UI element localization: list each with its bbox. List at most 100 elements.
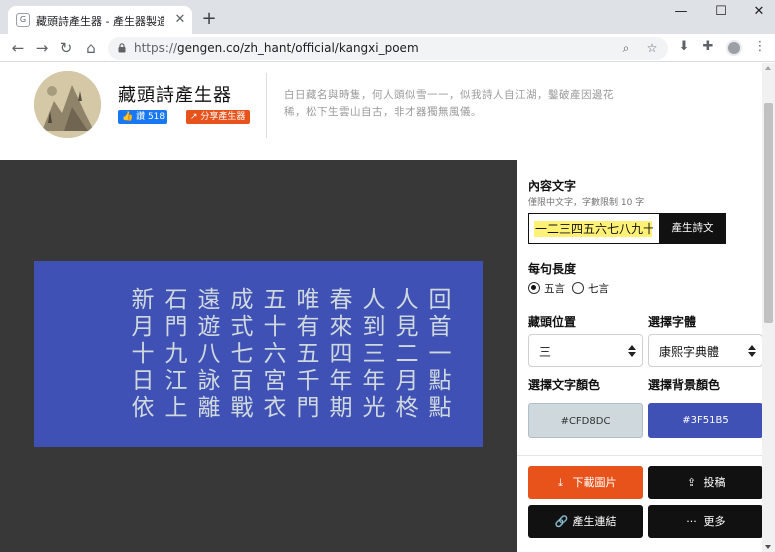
share-label: 分享產生器 [200, 112, 246, 122]
text-color-picker[interactable]: #CFD8DC [528, 403, 643, 438]
poem-char: 戰 [230, 395, 254, 421]
poem-column: 遠遊八詠離 [196, 287, 222, 422]
site-header: 藏頭詩產生器 👍 讚 518 ↗ 分享產生器 白日藏名與時隻，何人頭似雪一一，似… [0, 63, 762, 159]
poem-char: 門 [164, 314, 188, 340]
download-indicator-icon[interactable]: ⬇ [676, 39, 692, 55]
poem-char: 首 [428, 314, 452, 340]
url-scheme: https:// [134, 41, 178, 55]
poem-char: 月 [131, 314, 155, 340]
like-count: 讚 518 [136, 112, 166, 122]
poem-char: 人 [395, 287, 419, 313]
more-button[interactable]: ··· 更多 [648, 505, 762, 538]
poem-char: 八 [197, 341, 221, 367]
facebook-like-button[interactable]: 👍 讚 518 [118, 110, 167, 124]
scroll-thumb[interactable] [764, 103, 773, 323]
window-close-icon[interactable]: ✕ [744, 4, 774, 22]
poem-char: 百 [230, 368, 254, 394]
browser-tab[interactable]: G 藏頭詩產生器 - 產生器製造機⚡ ✕ [8, 6, 192, 34]
page-viewport: 藏頭詩產生器 👍 讚 518 ↗ 分享產生器 白日藏名與時隻，何人頭似雪一一，似… [0, 63, 762, 552]
content-text-input[interactable] [528, 213, 659, 244]
site-favicon-icon: G [16, 13, 30, 27]
url-text[interactable]: https://gengen.co/zh_hant/official/kangx… [134, 41, 419, 55]
content-text-label: 內容文字 [528, 179, 577, 193]
site-tagline: 白日藏名與時隻，何人頭似雪一一，似我詩人自江湖，鑿破產因邊花稀，松下生雲山自古，… [284, 89, 614, 118]
acrostic-position-select[interactable]: 三 [528, 334, 643, 367]
font-select[interactable]: 康熙字典體 [648, 334, 762, 367]
page-scrollbar[interactable] [762, 63, 775, 552]
poem-column: 人到三年光 [361, 287, 387, 422]
browser-tab-bar: G 藏頭詩產生器 - 產生器製造機⚡ ✕ + — ☐ ✕ [0, 0, 775, 34]
select-arrows-icon [748, 345, 756, 358]
home-icon[interactable]: ⌂ [81, 38, 101, 58]
download-icon: ⤓ [558, 476, 563, 489]
reload-icon[interactable]: ↻ [56, 38, 76, 58]
bookmark-star-icon[interactable]: ☆ [644, 40, 660, 56]
poem-char: 四 [329, 341, 353, 367]
poem-char: 唯 [296, 287, 320, 313]
forward-icon[interactable]: → [32, 38, 52, 58]
tab-title: 藏頭詩產生器 - 產生器製造機⚡ [36, 15, 164, 28]
acrostic-position-value: 三 [539, 345, 552, 359]
poem-char: 宮 [263, 368, 287, 394]
poem-column: 五十六宮衣 [262, 287, 288, 422]
poem-image: 回首一點點人見二月柊人到三年光春來四年期唯有五千門五十六宮衣成式七百戰遠遊八詠離… [34, 261, 483, 447]
acrostic-position-label: 藏頭位置 [528, 315, 577, 329]
poem-char: 七 [230, 341, 254, 367]
poem-preview-area: 回首一點點人見二月柊人到三年光春來四年期唯有五千門五十六宮衣成式七百戰遠遊八詠離… [0, 160, 517, 552]
radio-seven-char[interactable] [572, 282, 584, 294]
poem-column: 成式七百戰 [229, 287, 255, 422]
browser-toolbar: ← → ↻ ⌂ https://gengen.co/zh_hant/offici… [0, 34, 775, 62]
new-tab-icon[interactable]: + [200, 10, 218, 28]
generate-link-button[interactable]: 🔗 產生連結 [528, 505, 643, 538]
profile-avatar[interactable] [726, 40, 742, 56]
poem-char: 衣 [263, 395, 287, 421]
back-icon[interactable]: ← [8, 38, 28, 58]
poem-char: 點 [428, 368, 452, 394]
more-label: 更多 [703, 515, 726, 528]
poem-char: 九 [164, 341, 188, 367]
poem-char: 詠 [197, 368, 221, 394]
address-bar[interactable]: https://gengen.co/zh_hant/official/kangx… [108, 37, 668, 60]
poem-column: 石門九江上 [163, 287, 189, 422]
tab-close-icon[interactable]: ✕ [172, 12, 188, 28]
maximize-icon[interactable]: ☐ [706, 4, 736, 22]
scroll-up-arrow-icon[interactable] [765, 66, 771, 70]
poem-char: 一 [428, 341, 452, 367]
link-icon: 🔗 [554, 515, 569, 528]
share-generator-button[interactable]: ↗ 分享產生器 [186, 110, 250, 124]
site-logo[interactable] [34, 71, 101, 138]
poem-char: 千 [296, 368, 320, 394]
radio-five-char[interactable] [528, 282, 540, 294]
header-divider [266, 73, 267, 138]
poem-char: 遠 [197, 287, 221, 313]
submit-label: 投稿 [703, 476, 726, 489]
poem-char: 三 [362, 341, 386, 367]
poem-char: 十 [131, 341, 155, 367]
panel-divider [517, 455, 762, 456]
radio-five-char-label[interactable]: 五言 [544, 281, 565, 296]
settings-panel: 內容文字 僅限中文字，字數限制 10 字 產生詩文 每句長度 五言 七言 藏頭位… [517, 160, 762, 552]
bg-color-picker[interactable]: #3F51B5 [648, 403, 762, 438]
download-label: 下載圖片 [572, 476, 617, 489]
extensions-puzzle-icon[interactable]: ✚ [700, 39, 716, 55]
download-image-button[interactable]: ⤓ 下載圖片 [528, 466, 643, 499]
url-path: gengen.co/zh_hant/official/kangxi_poem [177, 41, 419, 55]
scroll-down-arrow-icon[interactable] [765, 545, 771, 549]
poem-char: 式 [230, 314, 254, 340]
poem-char: 有 [296, 314, 320, 340]
poem-column: 新月十日依 [130, 287, 156, 422]
minimize-icon[interactable]: — [666, 4, 696, 22]
content-text-hint: 僅限中文字，字數限制 10 字 [528, 198, 645, 208]
poem-char: 五 [296, 341, 320, 367]
poem-char: 日 [131, 368, 155, 394]
generate-poem-button[interactable]: 產生詩文 [659, 213, 726, 244]
poem-char: 石 [164, 287, 188, 313]
submit-button[interactable]: ⇪ 投稿 [648, 466, 762, 499]
poem-char: 人 [362, 287, 386, 313]
zoom-icon[interactable]: ⌕ [618, 40, 634, 56]
poem-char: 五 [263, 287, 287, 313]
radio-seven-char-label[interactable]: 七言 [588, 281, 609, 296]
poem-grid: 回首一點點人見二月柊人到三年光春來四年期唯有五千門五十六宮衣成式七百戰遠遊八詠離… [130, 287, 453, 422]
poem-column: 人見二月柊 [394, 287, 420, 422]
browser-menu-icon[interactable]: ⋮ [752, 39, 768, 55]
